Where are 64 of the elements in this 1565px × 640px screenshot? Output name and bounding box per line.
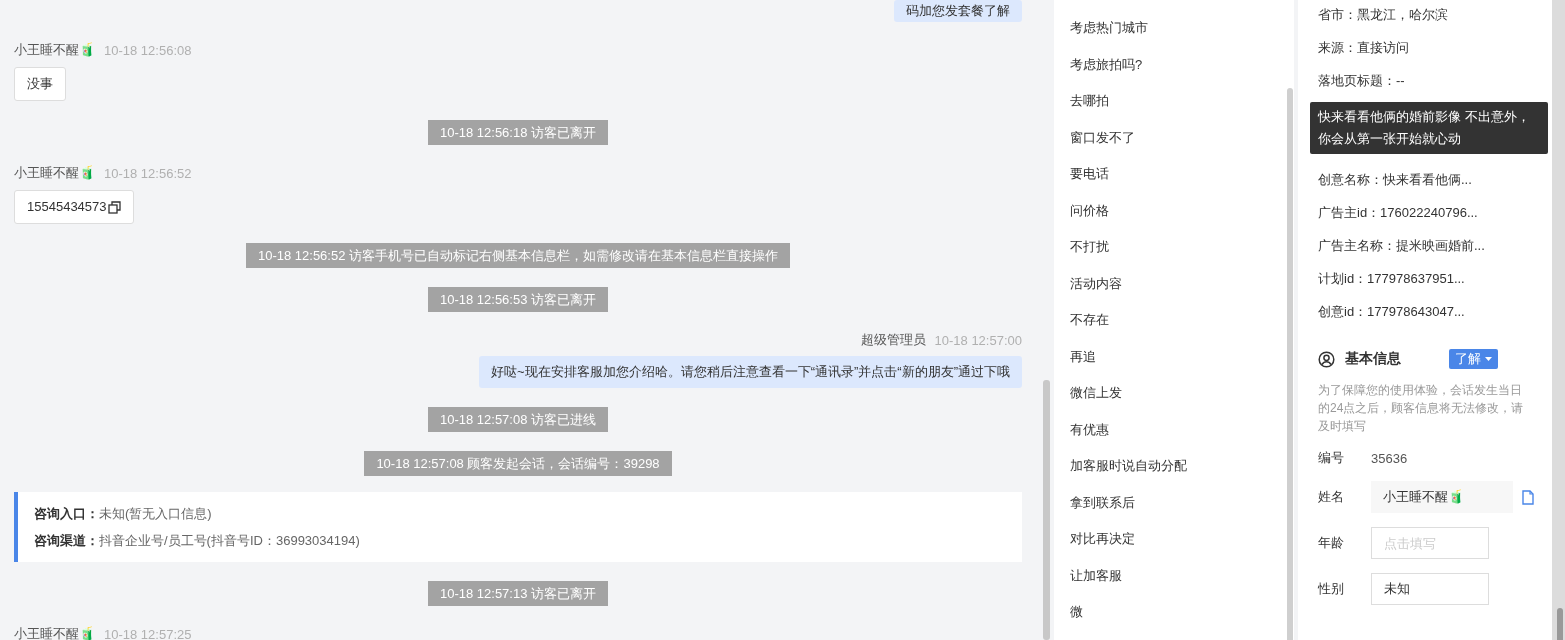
entry-value: 未知(暂无入口信息) <box>99 506 212 521</box>
system-notice: 10-18 12:56:52 访客手机号已自动标记右侧基本信息栏，如需修改请在基本信息栏直接操作 <box>245 243 791 268</box>
sender-name: 超级管理员 <box>860 331 926 349</box>
quick-reply-item[interactable]: 问价格 <box>1054 192 1294 229</box>
message-bubble: 码加您发套餐了解 <box>894 0 1022 22</box>
quick-reply-item[interactable]: 考虑旅拍吗? <box>1054 46 1294 83</box>
input-field[interactable]: 未知 <box>1371 573 1489 605</box>
quick-reply-item[interactable]: 考虑热门城市 <box>1054 10 1294 47</box>
quick-reply-item[interactable]: 不打扰 <box>1054 229 1294 266</box>
info-row-text: 广告主id：176022240796... <box>1318 204 1479 222</box>
scrollbar-thumb[interactable] <box>1557 608 1563 640</box>
sender-name: 小王睡不醒🧃 <box>14 164 95 182</box>
message-time: 10-18 12:56:52 <box>104 165 192 181</box>
message-bubble: 15545434573 <box>14 190 134 224</box>
copy-icon[interactable] <box>107 200 121 214</box>
sender-name: 小王睡不醒🧃 <box>14 41 95 59</box>
quick-reply-item[interactable]: 再追 <box>1054 338 1294 375</box>
field-label: 姓名 <box>1318 488 1345 506</box>
field-label: 编号 <box>1318 449 1345 467</box>
system-notice: 10-18 12:57:08 顾客发起会话，会话编号：39298 <box>364 451 672 476</box>
message-time: 10-18 12:56:08 <box>104 42 192 58</box>
message-bubble: 没事 <box>14 67 66 101</box>
scrollbar-thumb[interactable] <box>1287 88 1293 640</box>
system-notice: 10-18 12:57:08 访客已进线 <box>427 407 609 432</box>
field-label: 年龄 <box>1318 534 1345 552</box>
entry-value: 抖音企业号/员工号(抖音号ID：36993034194) <box>99 533 360 548</box>
entry-label: 咨询渠道： <box>34 533 99 548</box>
info-row-text: 来源：直接访问 <box>1318 39 1410 57</box>
quick-reply-item[interactable]: 对比再决定 <box>1054 521 1294 558</box>
info-row-text: 创意名称：快来看看他俩... <box>1318 171 1473 189</box>
info-row-text: 广告主名称：提米映画婚前... <box>1318 237 1486 255</box>
info-row-text: 计划id：177978637951... <box>1318 270 1466 288</box>
notice-text: 为了保障您的使用体验，会话发生当日的24点之后，顾客信息将无法修改，请及时填写 <box>1318 382 1525 435</box>
learn-dropdown-button[interactable]: 了解 <box>1449 349 1498 369</box>
info-row-text: 落地页标题：-- <box>1318 72 1406 90</box>
system-notice: 10-18 12:56:18 访客已离开 <box>427 120 609 145</box>
quick-reply-item[interactable]: 去哪拍 <box>1054 83 1294 120</box>
quick-reply-item[interactable]: 让加客服 <box>1054 557 1294 594</box>
sender-name: 小王睡不醒🧃 <box>14 625 95 640</box>
message-bubble: 好哒~现在安排客服加您介绍哈。请您稍后注意查看一下“通讯录”并点击“新的朋友”通过下哦 <box>479 356 1022 388</box>
section-title: 基本信息 <box>1345 350 1402 368</box>
quick-reply-item[interactable]: 加客服时说自动分配 <box>1054 448 1294 485</box>
user-icon <box>1318 350 1335 368</box>
entry-label: 咨询入口： <box>34 506 99 521</box>
field-label: 性别 <box>1318 580 1345 598</box>
system-notice: 10-18 12:57:13 访客已离开 <box>427 581 609 606</box>
quick-reply-item[interactable]: 有优惠 <box>1054 411 1294 448</box>
quick-reply-item[interactable]: 拿到联系后 <box>1054 484 1294 521</box>
info-row-text: 创意id：177978643047... <box>1318 303 1466 321</box>
caret-icon <box>1485 356 1492 362</box>
quick-reply-item[interactable]: 微 <box>1054 594 1294 631</box>
message-time: 10-18 12:57:25 <box>104 626 192 640</box>
scrollbar-thumb[interactable] <box>1043 380 1050 640</box>
quick-reply-item[interactable]: 不存在 <box>1054 302 1294 339</box>
field-value: 35636 <box>1371 450 1408 466</box>
name-field: 小王睡不醒🧃 <box>1371 481 1513 513</box>
message-time: 10-18 12:57:00 <box>934 332 1022 348</box>
quick-reply-item[interactable]: 活动内容 <box>1054 265 1294 302</box>
quick-reply-item[interactable]: 窗口发不了 <box>1054 119 1294 156</box>
quick-reply-item[interactable]: 微信上发 <box>1054 375 1294 412</box>
quick-reply-item[interactable]: 要电话 <box>1054 156 1294 193</box>
system-notice: 10-18 12:56:53 访客已离开 <box>427 287 609 312</box>
info-row-text: 省市：黑龙江，哈尔滨 <box>1318 6 1449 24</box>
tooltip: 快来看看他俩的婚前影像 不出意外，你会从第一张开始就心动 <box>1310 102 1548 154</box>
